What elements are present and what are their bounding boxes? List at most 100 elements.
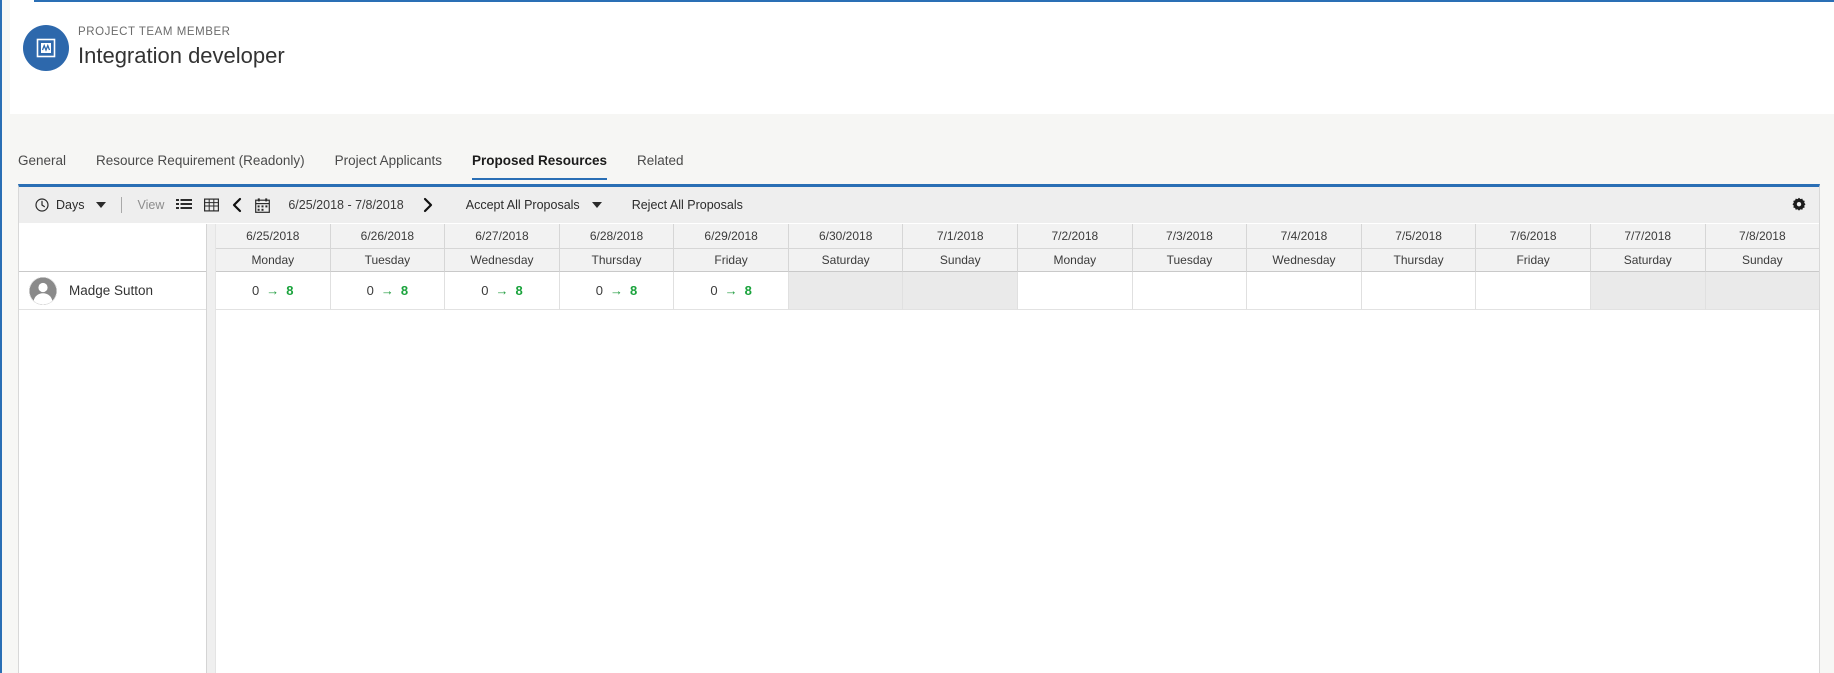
timeline-date-cell: 7/5/2018 xyxy=(1361,224,1477,249)
empty-cell xyxy=(1361,272,1477,310)
arrow-right-icon: → xyxy=(724,283,738,298)
timeline-day-cell: Saturday xyxy=(788,249,904,272)
resource-row[interactable]: Madge Sutton xyxy=(19,272,206,310)
timeline-day-cell: Sunday xyxy=(903,249,1019,272)
chevron-down-icon xyxy=(96,202,107,208)
toolbar-divider xyxy=(121,197,123,213)
timeline-date-cell: 6/29/2018 xyxy=(674,224,789,249)
timeline-date-cell: 6/26/2018 xyxy=(330,224,446,249)
reject-all-proposals-label: Reject All Proposals xyxy=(631,198,743,212)
timeline-day-cell: Friday xyxy=(1476,249,1591,272)
scheduler-region: Days View 6/25/2018 - 7/8/2018 Accept Al… xyxy=(10,180,1834,673)
proposal-cell[interactable]: 0 → 8 xyxy=(445,272,560,310)
previous-period-button[interactable] xyxy=(225,191,249,219)
empty-cell xyxy=(1476,272,1591,310)
empty-cell xyxy=(1247,272,1362,310)
tab-project-applicants[interactable]: Project Applicants xyxy=(335,152,442,180)
time-scale-button[interactable]: Days xyxy=(29,191,112,219)
arrow-right-icon: → xyxy=(495,283,509,298)
cell-current-hours: 0 xyxy=(252,283,260,298)
empty-cell xyxy=(903,272,1019,310)
grid-view-icon xyxy=(204,198,220,212)
project-team-member-icon xyxy=(23,25,69,71)
chevron-left-icon xyxy=(231,197,243,213)
calendar-icon xyxy=(255,197,271,213)
cell-current-hours: 0 xyxy=(595,283,604,298)
date-range-label: 6/25/2018 - 7/8/2018 xyxy=(288,198,404,212)
resource-row-list: Madge Sutton xyxy=(19,272,206,310)
tab-general[interactable]: General xyxy=(18,152,66,180)
timeline-date-header: 6/25/2018 6/26/2018 6/27/2018 6/28/2018 6/29… xyxy=(216,224,1819,249)
cell-proposed-hours: 8 xyxy=(744,283,752,298)
timeline-day-cell: Thursday xyxy=(559,249,675,272)
gear-icon xyxy=(1791,197,1807,213)
timeline-date-cell: 7/7/2018 xyxy=(1590,224,1706,249)
next-period-button[interactable] xyxy=(416,191,440,219)
cell-current-hours: 0 xyxy=(481,283,489,298)
timeline-date-cell: 7/2/2018 xyxy=(1018,224,1133,249)
timeline-day-cell: Monday xyxy=(216,249,331,272)
view-label: View xyxy=(137,198,165,212)
timeline-day-cell: Thursday xyxy=(1361,249,1477,272)
grid-splitter[interactable] xyxy=(207,224,216,673)
entity-type-label: PROJECT TEAM MEMBER xyxy=(78,26,231,38)
timeline-date-cell: 7/4/2018 xyxy=(1247,224,1362,249)
list-view-button[interactable] xyxy=(170,191,198,219)
resource-column-filler xyxy=(19,310,206,673)
reject-all-proposals-button[interactable]: Reject All Proposals xyxy=(626,191,749,219)
timeline-day-header: Monday Tuesday Wednesday Thursday Friday Satu… xyxy=(216,249,1819,272)
cell-proposed-hours: 8 xyxy=(286,283,294,298)
proposal-cell[interactable]: 0 → 8 xyxy=(559,272,675,310)
timeline-day-cell: Tuesday xyxy=(330,249,446,272)
cell-current-hours: 0 xyxy=(366,283,374,298)
timeline-date-cell: 6/28/2018 xyxy=(559,224,675,249)
timeline-date-cell: 6/27/2018 xyxy=(445,224,560,249)
time-scale-label: Days xyxy=(56,198,85,212)
timeline-row-list: 0 → 8 0 → 8 0 → 8 0 → 8 0 → 8 xyxy=(216,272,1819,310)
timeline-filler xyxy=(216,310,1819,673)
empty-cell xyxy=(1590,272,1706,310)
empty-cell xyxy=(788,272,904,310)
proposal-cell[interactable]: 0 → 8 xyxy=(674,272,789,310)
chevron-down-icon xyxy=(591,202,602,208)
timeline-day-cell: Saturday xyxy=(1590,249,1706,272)
empty-cell xyxy=(1018,272,1133,310)
proposal-cell[interactable]: 0 → 8 xyxy=(216,272,331,310)
timeline-date-cell: 6/30/2018 xyxy=(788,224,904,249)
timeline-day-cell: Tuesday xyxy=(1132,249,1248,272)
arrow-right-icon: → xyxy=(610,283,624,298)
list-view-icon xyxy=(176,198,193,212)
empty-cell xyxy=(1705,272,1819,310)
date-picker-button[interactable] xyxy=(249,191,276,219)
timeline-day-cell: Sunday xyxy=(1705,249,1819,272)
left-gutter xyxy=(2,0,10,673)
scheduler-toolbar: Days View 6/25/2018 - 7/8/2018 Accept Al… xyxy=(19,187,1819,224)
right-gutter xyxy=(1820,180,1834,673)
chevron-right-icon xyxy=(422,197,434,213)
tab-related[interactable]: Related xyxy=(637,152,684,180)
grid-view-button[interactable] xyxy=(198,191,225,219)
page-title: Integration developer xyxy=(78,43,285,68)
accept-all-proposals-label: Accept All Proposals xyxy=(465,198,580,212)
resource-column-header xyxy=(19,224,206,272)
timeline-date-cell: 7/3/2018 xyxy=(1132,224,1248,249)
tab-proposed-resources[interactable]: Proposed Resources xyxy=(471,152,607,180)
tab-strip: General Resource Requirement (Readonly) … xyxy=(10,114,1834,180)
empty-cell xyxy=(1132,272,1248,310)
arrow-right-icon: → xyxy=(380,283,394,298)
timeline-date-cell: 7/1/2018 xyxy=(903,224,1019,249)
cell-proposed-hours: 8 xyxy=(515,283,523,298)
timeline-row: 0 → 8 0 → 8 0 → 8 0 → 8 0 → 8 xyxy=(216,272,1819,310)
clock-icon xyxy=(35,198,49,212)
timeline-day-cell: Wednesday xyxy=(445,249,560,272)
timeline-day-cell: Wednesday xyxy=(1247,249,1362,272)
accept-all-proposals-button[interactable]: Accept All Proposals xyxy=(460,191,608,219)
resource-name: Madge Sutton xyxy=(69,283,154,298)
cell-current-hours: 0 xyxy=(710,283,718,298)
tab-resource-requirement[interactable]: Resource Requirement (Readonly) xyxy=(96,152,305,180)
arrow-right-icon: → xyxy=(266,283,280,298)
timeline-column: 6/25/2018 6/26/2018 6/27/2018 6/28/2018 6/29… xyxy=(216,224,1819,673)
timeline-day-cell: Monday xyxy=(1018,249,1133,272)
scheduler-settings-button[interactable] xyxy=(1791,197,1807,213)
proposal-cell[interactable]: 0 → 8 xyxy=(330,272,446,310)
